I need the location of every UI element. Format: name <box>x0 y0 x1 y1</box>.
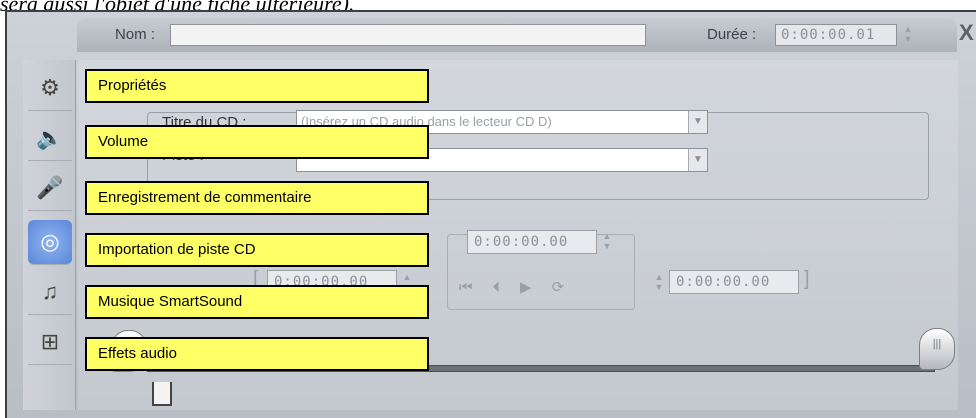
volume-icon: 🔈 <box>36 125 64 150</box>
name-input[interactable] <box>170 24 646 46</box>
out-time-spinner[interactable]: ▲ ▼ <box>653 272 665 294</box>
tab-properties[interactable]: ⚙ <box>28 66 72 111</box>
duration-label: Durée : <box>707 26 757 43</box>
callout-properties: Propriétés <box>85 69 429 103</box>
callout-commentary: Enregistrement de commentaire <box>85 181 429 215</box>
name-label: Nom : <box>115 26 156 43</box>
close-button[interactable]: X <box>959 20 974 46</box>
position-time-field[interactable]: 0:00:00.00 <box>467 230 597 254</box>
sidebar: ⚙ 🔈 🎤 ◎ ♫ ⊞ <box>23 60 76 410</box>
play-icon[interactable]: ▶ <box>520 278 532 296</box>
music-note-icon: ♫ <box>41 279 59 304</box>
callout-volume: Volume <box>85 125 429 159</box>
callout-cd-import: Importation de piste CD <box>85 233 429 267</box>
microphone-icon: 🎤 <box>36 175 64 200</box>
trim-end-handle[interactable]: ||| <box>919 328 955 370</box>
go-to-start-icon[interactable]: ⏮ <box>459 279 473 296</box>
transport-controls: ⏮ ⏴ ▶ ⟳ <box>459 275 629 299</box>
tab-commentary[interactable]: 🎤 <box>28 166 72 211</box>
previous-frame-icon[interactable]: ⏴ <box>493 279 501 296</box>
duration-field[interactable]: 0:00:00.01 <box>775 24 897 46</box>
cd-icon: ◎ <box>40 229 60 254</box>
callout-smartsound: Musique SmartSound <box>85 285 429 319</box>
out-bracket-icon: ] <box>804 268 810 290</box>
callout-audio-effects: Effets audio <box>85 337 429 371</box>
audio-effects-icon: ⊞ <box>40 329 60 354</box>
duration-spinner[interactable]: ▲ ▼ <box>902 24 914 46</box>
intro-text: sera aussi l'objet d'une fiche ultérieur… <box>0 0 355 16</box>
chevron-down-icon[interactable]: ▼ <box>688 149 707 171</box>
tab-volume[interactable]: 🔈 <box>28 116 72 161</box>
out-time-field[interactable]: 0:00:00.00 <box>669 270 799 294</box>
chevron-down-icon[interactable]: ▼ <box>688 111 707 133</box>
tab-smartsound[interactable]: ♫ <box>28 270 72 315</box>
position-spinner[interactable]: ▲ ▼ <box>601 231 613 253</box>
loop-icon[interactable]: ⟳ <box>552 278 565 296</box>
tab-audio-effects[interactable]: ⊞ <box>28 320 72 365</box>
playhead-marker[interactable] <box>152 382 172 406</box>
tab-cd-import[interactable]: ◎ <box>28 220 72 265</box>
properties-icon: ⚙ <box>40 75 60 100</box>
